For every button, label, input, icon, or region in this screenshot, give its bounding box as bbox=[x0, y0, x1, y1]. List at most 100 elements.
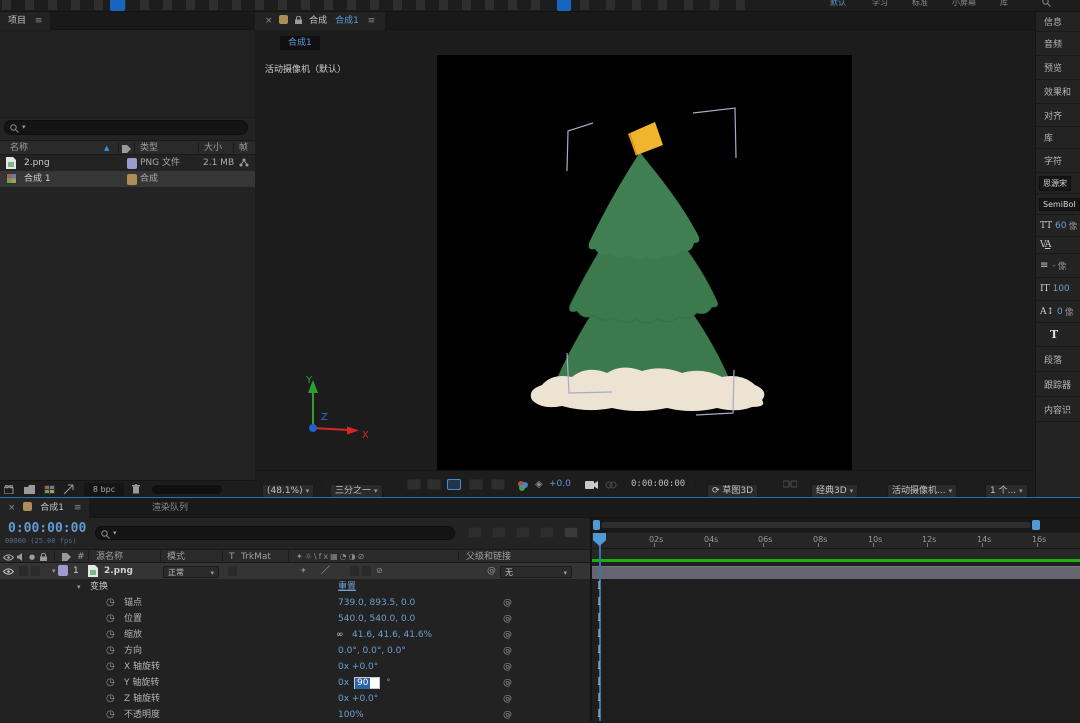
column-parent-link[interactable]: 父级和链接 bbox=[466, 550, 511, 564]
panel-tab-info[interactable]: 信息 bbox=[1036, 12, 1080, 32]
panel-menu-icon[interactable]: ≡ bbox=[35, 16, 43, 26]
parent-pickwhip-icon[interactable]: @ bbox=[487, 563, 496, 579]
stopwatch-icon[interactable]: ◷ bbox=[106, 675, 115, 691]
workspace-tab-libraries[interactable]: 库 bbox=[1000, 0, 1008, 8]
pickwhip-icon[interactable]: @ bbox=[503, 627, 512, 643]
layer-source-name[interactable]: 2.png bbox=[104, 563, 133, 579]
timeline-search-input[interactable]: ▾ bbox=[95, 526, 455, 540]
motion-blur-well[interactable] bbox=[362, 566, 371, 576]
panel-tab-content-aware[interactable]: 内容识 bbox=[1036, 397, 1080, 422]
pickwhip-icon[interactable]: @ bbox=[503, 643, 512, 659]
column-size[interactable]: 大小 bbox=[204, 141, 222, 156]
work-area-bar[interactable] bbox=[592, 549, 1080, 559]
layer-duration-bar[interactable] bbox=[592, 566, 1080, 579]
column-name[interactable]: 名称 bbox=[10, 141, 28, 156]
composition-panel-tab[interactable]: × 合成 合成1 ≡ bbox=[255, 12, 386, 30]
column-frame[interactable]: 帧 bbox=[239, 141, 248, 156]
audio-well[interactable] bbox=[19, 566, 28, 576]
layer-row[interactable]: ▾ 1 2.png 正常 ▾ ✦ ／ ⊘ @ 无 ▾ bbox=[0, 563, 590, 579]
3d-layer-icon[interactable]: ⊘ bbox=[376, 563, 383, 579]
property-row-scale[interactable]: ◷ 缩放 ∞ 41.6, 41.6, 41.6% @ bbox=[0, 627, 590, 643]
pickwhip-icon[interactable]: @ bbox=[503, 707, 512, 723]
baseline-shift-control[interactable]: A↕ 0 像 bbox=[1036, 301, 1080, 323]
column-t[interactable]: T bbox=[229, 550, 235, 564]
property-value[interactable]: 41.6, 41.6, 41.6% bbox=[352, 627, 432, 643]
project-search-input[interactable]: ▾ bbox=[4, 120, 248, 135]
stopwatch-icon[interactable]: ◷ bbox=[106, 627, 115, 643]
layer-visibility-eye-icon[interactable] bbox=[3, 568, 14, 575]
timeline-tab[interactable]: × 合成1 ≡ bbox=[0, 498, 90, 518]
snapshot-camera-icon[interactable] bbox=[585, 481, 598, 489]
active-comp-name[interactable]: 合成1 bbox=[335, 16, 359, 26]
reset-link[interactable]: 重置 bbox=[338, 579, 356, 595]
pixel-aspect-icon[interactable] bbox=[491, 479, 505, 490]
font-family-dropdown[interactable]: 思源宋 bbox=[1036, 173, 1080, 194]
property-value[interactable]: 0x +0.0° bbox=[338, 691, 378, 707]
property-value[interactable]: 0x +0.0° bbox=[338, 659, 378, 675]
stopwatch-icon[interactable]: ◷ bbox=[106, 611, 115, 627]
show-snapshot-icon[interactable] bbox=[605, 481, 617, 489]
property-value[interactable]: 0.0°, 0.0°, 0.0° bbox=[338, 643, 406, 659]
workspace-tab-default[interactable]: 默认 bbox=[830, 0, 846, 8]
transparency-grid-icon[interactable] bbox=[427, 479, 441, 490]
property-row-position[interactable]: ◷ 位置 540.0, 540.0, 0.0 @ bbox=[0, 611, 590, 627]
interpret-footage-icon[interactable] bbox=[4, 485, 17, 494]
toolbar-icon-strip[interactable] bbox=[2, 0, 542, 10]
new-folder-icon[interactable] bbox=[24, 485, 35, 494]
layer-expand-caret-icon[interactable]: ▾ bbox=[52, 563, 56, 579]
mask-visibility-icon[interactable] bbox=[447, 479, 461, 490]
frame-blend-icon[interactable] bbox=[540, 527, 554, 538]
label-column-tag-icon[interactable] bbox=[122, 145, 131, 153]
property-value-prefix[interactable]: 0x bbox=[338, 675, 349, 691]
toolbar-icon-strip-2[interactable] bbox=[580, 0, 760, 10]
leading-control[interactable]: ≡ - 像 bbox=[1036, 254, 1080, 278]
panel-menu-icon[interactable]: ≡ bbox=[368, 16, 376, 26]
stopwatch-icon[interactable]: ◷ bbox=[106, 659, 115, 675]
property-row-x-rotation[interactable]: ◷ X 轴旋转 0x +0.0° @ bbox=[0, 659, 590, 675]
y-rotation-edit-field[interactable]: 90 bbox=[354, 677, 380, 689]
current-timecode[interactable]: 0:00:00:00 bbox=[8, 521, 86, 536]
time-ruler[interactable]: 0s 02s 04s 06s 08s 10s 12s 14s 16s bbox=[592, 533, 1080, 549]
column-mode[interactable]: 模式 bbox=[167, 550, 185, 564]
pickwhip-icon[interactable]: @ bbox=[503, 691, 512, 707]
workspace-search-icon[interactable] bbox=[1042, 0, 1051, 7]
search-options-caret-icon[interactable]: ▾ bbox=[22, 123, 26, 131]
faux-bold-button[interactable]: T bbox=[1036, 323, 1080, 347]
property-row-z-rotation[interactable]: ◷ Z 轴旋转 0x +0.0° @ bbox=[0, 691, 590, 707]
stopwatch-icon[interactable]: ◷ bbox=[106, 707, 115, 723]
composition-viewport[interactable] bbox=[437, 55, 852, 470]
table-row-selected[interactable]: 合成 1 合成 bbox=[0, 171, 255, 187]
workspace-tab-standard[interactable]: 标准 bbox=[912, 0, 928, 8]
new-composition-icon[interactable] bbox=[44, 485, 55, 494]
property-row-anchor[interactable]: ◷ 锚点 739.0, 893.5, 0.0 @ bbox=[0, 595, 590, 611]
project-column-header[interactable]: 名称 ▲ 类型 大小 帧 bbox=[0, 140, 255, 155]
label-color-swatch[interactable] bbox=[127, 158, 137, 169]
panel-tab-libraries[interactable]: 库 bbox=[1036, 127, 1080, 149]
project-scrollbar[interactable] bbox=[152, 485, 222, 494]
label-column-tag-icon[interactable] bbox=[62, 553, 71, 561]
panel-tab-paragraph[interactable]: 段落 bbox=[1036, 347, 1080, 372]
render-queue-tab[interactable]: 渲染队列 bbox=[152, 498, 188, 518]
panel-tab-audio[interactable]: 音频 bbox=[1036, 32, 1080, 56]
panel-tab-align[interactable]: 对齐 bbox=[1036, 104, 1080, 127]
bit-depth-button[interactable]: 8 bpc bbox=[84, 483, 124, 496]
mini-flowchart-icon[interactable] bbox=[468, 527, 482, 538]
stopwatch-icon[interactable]: ◷ bbox=[106, 691, 115, 707]
index-column[interactable]: # bbox=[77, 550, 85, 564]
panel-menu-icon[interactable]: ≡ bbox=[74, 503, 82, 513]
pickwhip-icon[interactable]: @ bbox=[503, 675, 512, 691]
channel-wheel-icon[interactable] bbox=[517, 480, 528, 491]
constrain-link-icon[interactable]: ∞ bbox=[336, 627, 344, 643]
panel-tab-tracker[interactable]: 跟踪器 bbox=[1036, 372, 1080, 397]
navigator-end-handle[interactable] bbox=[1032, 520, 1040, 530]
workspace-tab-learn[interactable]: 学习 bbox=[872, 0, 888, 8]
property-value[interactable]: 100% bbox=[338, 707, 364, 723]
stopwatch-icon[interactable]: ◷ bbox=[106, 595, 115, 611]
exposure-icon[interactable]: ◈ bbox=[535, 471, 543, 498]
navigator-start-handle[interactable] bbox=[593, 520, 600, 530]
panel-tab-effects[interactable]: 效果和 bbox=[1036, 80, 1080, 104]
navigator-bar[interactable] bbox=[601, 522, 1031, 528]
kerning-control[interactable]: VA bbox=[1036, 237, 1080, 254]
group-label[interactable]: 变换 bbox=[90, 579, 108, 595]
exposure-value[interactable]: +0.0 bbox=[549, 471, 571, 498]
